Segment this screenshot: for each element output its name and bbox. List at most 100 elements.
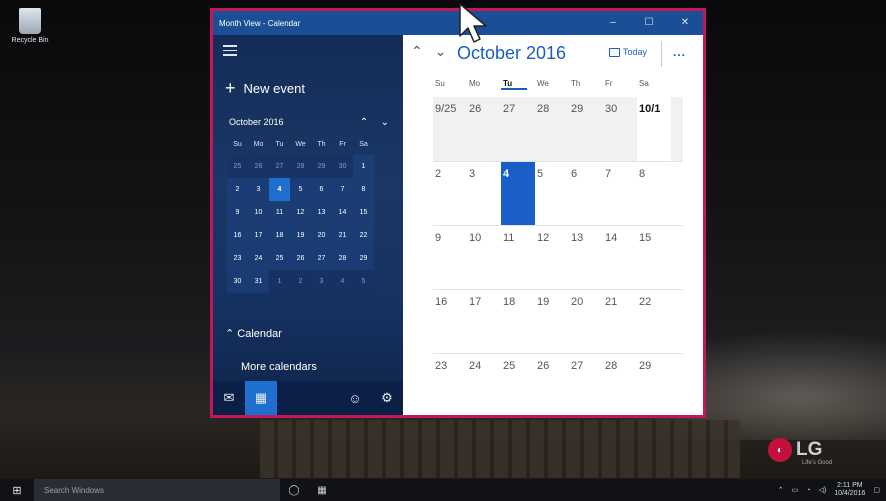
day-cell[interactable]: 9/25 (433, 97, 467, 161)
battery-icon[interactable]: ▭ (792, 486, 799, 494)
mini-calendar-day[interactable]: 29 (353, 247, 374, 270)
more-calendars-link[interactable]: More calendars (241, 361, 317, 373)
day-cell[interactable]: 27 (569, 354, 603, 415)
mini-calendar-day[interactable]: 5 (290, 178, 311, 201)
mini-calendar-next-icon[interactable]: ⌄ (381, 117, 389, 128)
day-cell[interactable]: 2 (433, 162, 467, 225)
day-cell[interactable]: 22 (637, 290, 671, 353)
more-options-button[interactable]: ... (673, 45, 686, 59)
mini-calendar-day[interactable]: 28 (290, 155, 311, 178)
mini-calendar-day[interactable]: 13 (311, 201, 332, 224)
mini-calendar-day[interactable]: 5 (353, 270, 374, 293)
mini-calendar-day[interactable]: 3 (248, 178, 269, 201)
mini-calendar-day[interactable]: 16 (227, 224, 248, 247)
calendar-icon[interactable]: ▦ (245, 381, 277, 415)
previous-month-icon[interactable]: ⌃ (411, 43, 423, 59)
mini-calendar-day[interactable]: 7 (332, 178, 353, 201)
mini-calendar-day[interactable]: 6 (311, 178, 332, 201)
taskbar-clock[interactable]: 2:11 PM 10/4/2016 (834, 482, 865, 498)
hamburger-menu-icon[interactable] (223, 45, 237, 59)
mini-calendar-day[interactable]: 27 (311, 247, 332, 270)
day-cell[interactable]: 4 (501, 162, 535, 225)
mini-calendar-day[interactable]: 25 (227, 155, 248, 178)
windows-start-icon[interactable]: ⊞ (0, 479, 34, 501)
day-cell[interactable]: 25 (501, 354, 535, 415)
mini-calendar-day[interactable]: 4 (332, 270, 353, 293)
day-cell[interactable]: 8 (637, 162, 671, 225)
day-cell[interactable]: 10/1 (637, 97, 671, 161)
mini-calendar-day[interactable]: 1 (269, 270, 290, 293)
day-cell[interactable]: 29 (637, 354, 671, 415)
mini-calendar-day[interactable]: 27 (269, 155, 290, 178)
day-cell[interactable]: 24 (467, 354, 501, 415)
mini-calendar-prev-icon[interactable]: ⌃ (360, 117, 368, 128)
day-cell[interactable]: 20 (569, 290, 603, 353)
mini-calendar-day[interactable]: 11 (269, 201, 290, 224)
mini-calendar-day[interactable]: 31 (248, 270, 269, 293)
mini-calendar-day[interactable]: 3 (311, 270, 332, 293)
mini-calendar-day[interactable]: 18 (269, 224, 290, 247)
calendar-section-toggle[interactable]: ⌃ Calendar (225, 327, 282, 340)
mini-calendar-day[interactable]: 30 (332, 155, 353, 178)
day-cell[interactable]: 15 (637, 226, 671, 289)
taskbar-calendar-app-icon[interactable]: ▦ (308, 479, 336, 501)
mini-calendar-day[interactable]: 24 (248, 247, 269, 270)
mini-calendar-day[interactable]: 20 (311, 224, 332, 247)
day-cell[interactable]: 30 (603, 97, 637, 161)
notifications-icon[interactable]: ▢ (873, 486, 880, 494)
day-cell[interactable]: 26 (535, 354, 569, 415)
day-cell[interactable]: 17 (467, 290, 501, 353)
day-cell[interactable]: 14 (603, 226, 637, 289)
day-cell[interactable]: 10 (467, 226, 501, 289)
mini-calendar-day[interactable]: 26 (248, 155, 269, 178)
maximize-button[interactable]: ☐ (631, 11, 667, 35)
day-cell[interactable]: 3 (467, 162, 501, 225)
day-cell[interactable]: 5 (535, 162, 569, 225)
day-cell[interactable]: 29 (569, 97, 603, 161)
mini-calendar-month[interactable]: October 2016 (229, 117, 284, 128)
mini-calendar-day[interactable]: 1 (353, 155, 374, 178)
day-cell[interactable]: 27 (501, 97, 535, 161)
day-cell[interactable]: 11 (501, 226, 535, 289)
day-cell[interactable]: 6 (569, 162, 603, 225)
new-event-button[interactable]: + New event (225, 79, 305, 97)
mini-calendar-day[interactable]: 22 (353, 224, 374, 247)
day-cell[interactable]: 23 (433, 354, 467, 415)
day-cell[interactable]: 9 (433, 226, 467, 289)
day-cell[interactable]: 28 (603, 354, 637, 415)
mini-calendar-day[interactable]: 17 (248, 224, 269, 247)
recycle-bin-shortcut[interactable]: Recycle Bin (8, 8, 52, 44)
volume-icon[interactable]: ◁) (819, 486, 827, 494)
day-cell[interactable]: 7 (603, 162, 637, 225)
taskbar-search-input[interactable]: Search Windows (34, 479, 280, 501)
mini-calendar-day[interactable]: 23 (227, 247, 248, 270)
mini-calendar-day[interactable]: 12 (290, 201, 311, 224)
mini-calendar-day[interactable]: 28 (332, 247, 353, 270)
smiley-feedback-icon[interactable]: ☺ (339, 381, 371, 415)
task-view-icon[interactable]: ◯ (280, 479, 308, 501)
mail-icon[interactable]: ✉ (213, 381, 245, 415)
mini-calendar-day[interactable]: 25 (269, 247, 290, 270)
today-button[interactable]: Today (609, 47, 647, 57)
mini-calendar-day[interactable]: 10 (248, 201, 269, 224)
next-month-icon[interactable]: ⌄ (435, 43, 447, 59)
mini-calendar-day[interactable]: 29 (311, 155, 332, 178)
day-cell[interactable]: 19 (535, 290, 569, 353)
settings-gear-icon[interactable]: ⚙ (371, 381, 403, 415)
day-cell[interactable]: 13 (569, 226, 603, 289)
day-cell[interactable]: 28 (535, 97, 569, 161)
tray-chevron-up-icon[interactable]: ⌃ (778, 486, 784, 494)
mini-calendar-day[interactable]: 9 (227, 201, 248, 224)
mini-calendar-day[interactable]: 2 (290, 270, 311, 293)
day-cell[interactable]: 26 (467, 97, 501, 161)
day-cell[interactable]: 18 (501, 290, 535, 353)
mini-calendar-day[interactable]: 19 (290, 224, 311, 247)
day-cell[interactable]: 21 (603, 290, 637, 353)
month-title[interactable]: October 2016 (457, 43, 566, 64)
mini-calendar-day[interactable]: 30 (227, 270, 248, 293)
mini-calendar-day[interactable]: 14 (332, 201, 353, 224)
day-cell[interactable]: 12 (535, 226, 569, 289)
mini-calendar-day[interactable]: 26 (290, 247, 311, 270)
mini-calendar-day[interactable]: 4 (269, 178, 290, 201)
network-icon[interactable]: ◔ (806, 487, 810, 494)
